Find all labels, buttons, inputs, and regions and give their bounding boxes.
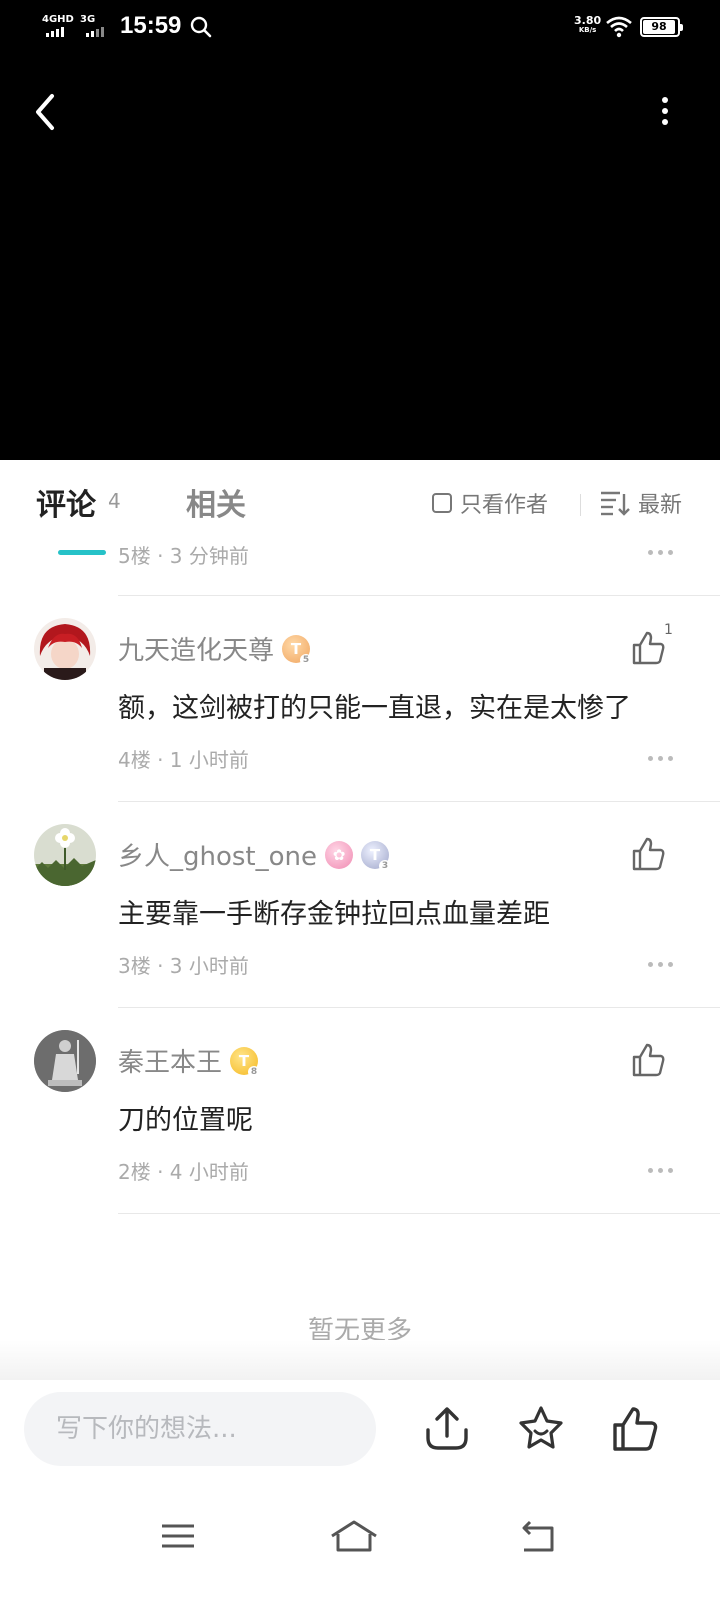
tab-comments[interactable]: 评论	[36, 480, 96, 524]
comment-input[interactable]: 写下你的想法...	[24, 1392, 376, 1466]
comment-list[interactable]: 5楼 · 3 分钟前 九天造化天尊 T5 额，这剑被打的只能一直退，实在是太惨了…	[0, 540, 720, 1390]
search-icon	[190, 16, 212, 38]
system-nav-bar	[0, 1490, 720, 1600]
back-button[interactable]	[28, 92, 64, 132]
comment-bar: 写下你的想法...	[0, 1380, 720, 1490]
sort-label: 最新	[638, 493, 683, 518]
avatar[interactable]	[34, 824, 96, 886]
author-only-label: 只看作者	[460, 493, 549, 518]
sort-icon	[601, 491, 630, 516]
tab-bar: 评论 4 相关 只看作者 最新	[0, 460, 720, 555]
comment-more-icon[interactable]	[648, 550, 673, 555]
rabbit-icon: ✿	[325, 840, 354, 869]
comment-meta: 5楼 · 3 分钟前	[118, 544, 249, 568]
level-badge-icon: T8	[230, 1046, 261, 1078]
list-fade	[0, 1340, 720, 1380]
comment-meta: 2楼 · 4 小时前	[118, 1160, 249, 1184]
comment-text: 额，这剑被打的只能一直退，实在是太惨了	[118, 693, 631, 724]
back-nav-icon[interactable]	[518, 1516, 558, 1556]
tab-related[interactable]: 相关	[186, 480, 246, 524]
avatar[interactable]	[34, 618, 96, 680]
video-player[interactable]: 4GHD 3G 15:59 3.80 KB/s 98	[0, 0, 720, 460]
comment-text: 刀的位置呢	[118, 1105, 253, 1136]
battery-icon: 98	[640, 17, 683, 37]
clock: 15:59	[120, 12, 182, 39]
comment-text: 主要靠一手断存金钟拉回点血量差距	[118, 899, 550, 930]
menu-icon[interactable]	[158, 1516, 198, 1556]
signal-icon	[46, 27, 64, 37]
network-speed: 3.80 KB/s	[574, 14, 602, 34]
level-badge-icon: T5	[282, 634, 313, 666]
comment-item: 乡人_ghost_one ✿ T3 主要靠一手断存金钟拉回点血量差距 3楼 · …	[0, 802, 720, 1008]
avatar[interactable]	[34, 1030, 96, 1092]
comment-item: 九天造化天尊 T5 额，这剑被打的只能一直退，实在是太惨了 1 4楼 · 1 小…	[0, 596, 720, 802]
more-options-icon[interactable]	[650, 96, 680, 126]
comment-meta: 4楼 · 1 小时前	[118, 748, 249, 772]
divider	[580, 494, 581, 516]
thumb-up-icon[interactable]	[610, 1404, 660, 1454]
home-icon[interactable]	[330, 1516, 378, 1556]
thumb-up-icon[interactable]	[630, 836, 666, 872]
status-bar: 4GHD 3G 15:59 3.80 KB/s 98	[0, 0, 720, 56]
comment-item: 秦王本王 T8 刀的位置呢 2楼 · 4 小时前	[0, 1008, 720, 1214]
comment-more-icon[interactable]	[648, 756, 673, 761]
comment-more-icon[interactable]	[648, 962, 673, 967]
comment-more-icon[interactable]	[648, 1168, 673, 1173]
comment-username[interactable]: 乡人_ghost_one ✿ T3	[118, 836, 392, 873]
thumb-up-icon[interactable]	[630, 630, 666, 666]
network-type-2: 3G	[80, 14, 96, 25]
battery-level: 98	[643, 20, 675, 34]
sort-button[interactable]: 最新	[600, 488, 682, 518]
share-icon[interactable]	[422, 1404, 472, 1454]
star-icon[interactable]	[516, 1404, 566, 1454]
thumb-up-icon[interactable]	[630, 1042, 666, 1078]
divider	[118, 1213, 720, 1214]
network-type-1: 4GHD	[42, 14, 74, 25]
comment-username[interactable]: 秦王本王 T8	[118, 1042, 261, 1079]
wifi-icon	[606, 16, 632, 38]
level-badge-icon: T3	[361, 840, 392, 872]
like-count: 1	[664, 622, 673, 638]
checkbox-icon[interactable]	[432, 493, 452, 513]
signal-icon-2	[86, 27, 104, 37]
comment-username[interactable]: 九天造化天尊 T5	[118, 630, 313, 667]
comment-meta: 3楼 · 3 小时前	[118, 954, 249, 978]
comments-count: 4	[108, 489, 121, 513]
author-only-toggle[interactable]: 只看作者	[432, 488, 548, 518]
